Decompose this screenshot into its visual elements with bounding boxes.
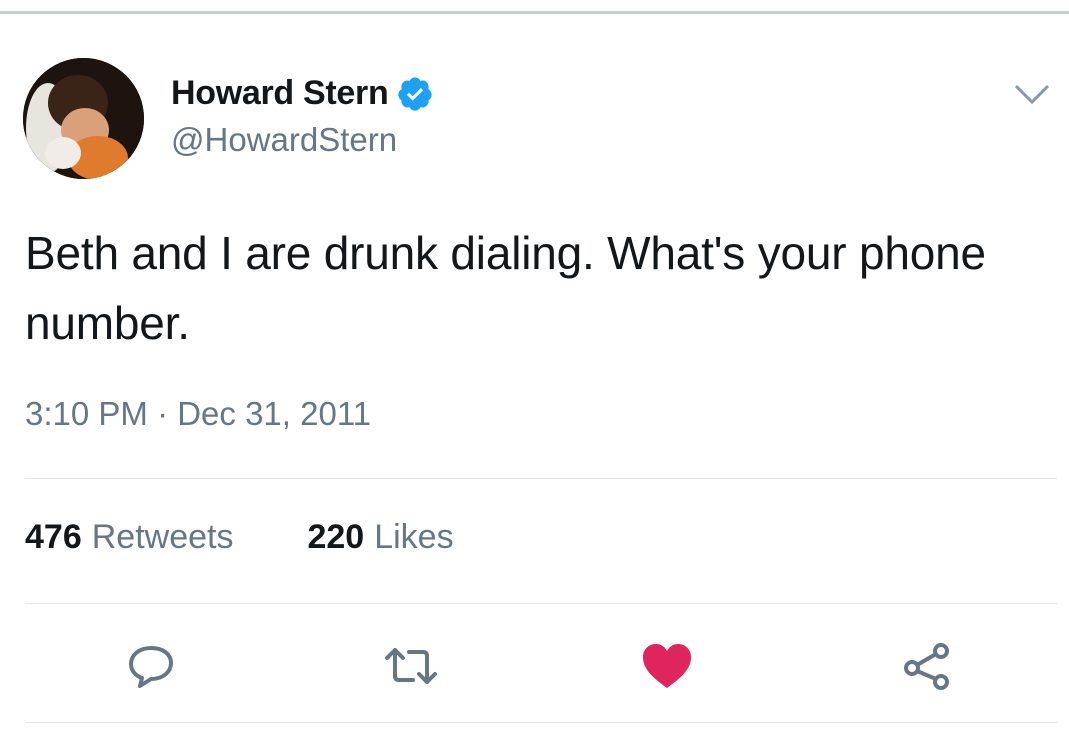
reply-icon [129,646,173,688]
divider [25,478,1057,479]
retweet-button[interactable] [381,636,441,696]
author-handle[interactable]: @HowardStern [171,121,397,159]
reply-button[interactable] [121,636,181,696]
retweet-icon [385,648,437,684]
tweet-timestamp[interactable]: 3:10 PM · Dec 31, 2011 [25,395,371,433]
likes-label: Likes [374,518,454,556]
like-button[interactable] [637,636,697,696]
divider [25,603,1057,604]
tweet-detail: Howard Stern @HowardStern Beth and I are… [0,0,1069,750]
more-options-chevron-down-icon[interactable] [1012,80,1052,108]
likes-count: 220 [307,518,365,556]
author-name-text: Howard Stern [171,74,389,112]
divider [25,722,1057,723]
tweet-text: Beth and I are drunk dialing. What's you… [25,227,986,349]
retweets-stat[interactable]: 476 Retweets [25,518,233,557]
share-icon [904,643,949,690]
retweets-count: 476 [25,518,82,556]
author-display-name[interactable]: Howard Stern [171,74,434,113]
top-divider [0,11,1069,14]
share-button[interactable] [897,636,957,696]
likes-stat[interactable]: 220 Likes [307,518,453,557]
verified-badge-icon [396,75,434,113]
heart-icon [643,644,691,688]
avatar[interactable] [23,58,144,179]
avatar-photo [23,58,144,179]
retweets-label: Retweets [91,518,234,556]
tweet-stats: 476 Retweets 220 Likes [25,518,454,557]
